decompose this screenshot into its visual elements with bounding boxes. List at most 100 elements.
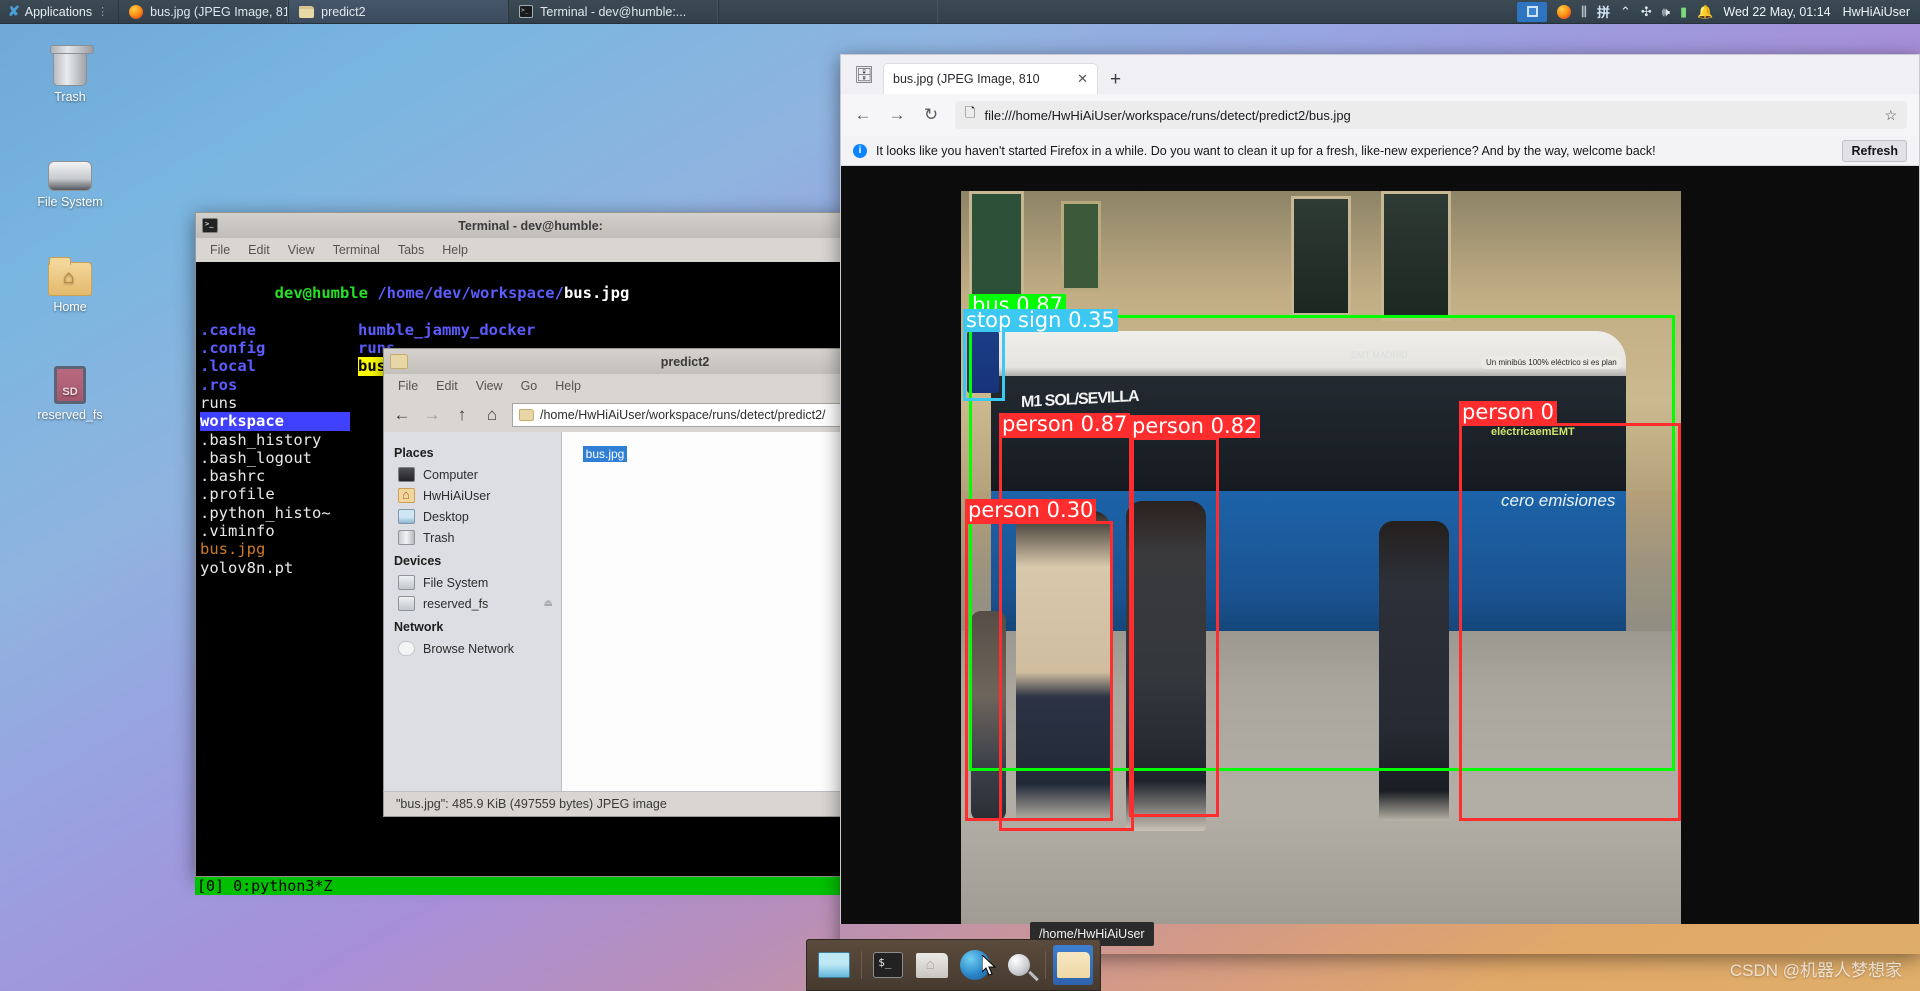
file-entry-selected[interactable]: workspace [200,412,350,431]
folder-icon [519,409,534,421]
file-entry[interactable]: .profile [200,485,275,503]
menu-edit[interactable]: Edit [436,379,458,393]
dock-panel [806,939,1101,991]
new-tab-button[interactable]: + [1102,69,1129,94]
desktop: ✘ Applications ⋮ bus.jpg (JPEG Image, 81… [0,0,1920,991]
taskbar-item-firefox[interactable]: bus.jpg (JPEG Image, 81... [118,0,289,23]
menu-edit[interactable]: Edit [248,243,270,257]
taskbar-item-empty[interactable] [718,0,939,23]
menu-help[interactable]: Help [555,379,581,393]
wifi-icon[interactable]: ⌃ [1620,4,1631,20]
workspace-switcher[interactable] [1517,1,1548,22]
ime-icon[interactable]: 拼 [1597,2,1610,21]
sidebar-item-trash[interactable]: Trash [394,527,561,548]
bell-icon[interactable]: 🔔 [1697,4,1713,20]
harddisk-icon [22,145,118,191]
reserved-fs-desktop-icon[interactable]: SD reserved_fs [22,358,118,422]
sidebar-label: reserved_fs [423,596,489,611]
close-tab-icon[interactable]: ✕ [1077,71,1088,87]
desktop-icon-label: Home [53,300,87,314]
terminal-titlebar[interactable]: Terminal - dev@humble: [195,212,850,238]
tmux-status-bar: [0] 0:python3*Z [195,877,850,895]
menu-file[interactable]: File [210,243,230,257]
file-entry[interactable]: .viminfo [200,522,275,540]
bbox-label-person-4: person 0 [1459,401,1558,424]
home-icon[interactable]: ⌂ [482,405,502,425]
menu-help[interactable]: Help [442,243,468,257]
folder-open-icon [1056,952,1090,978]
clock[interactable]: Wed 22 May, 01:14 [1723,5,1830,19]
terminal-icon [873,952,904,978]
tab-title: bus.jpg (JPEG Image, 810 [893,72,1040,86]
firefox-tray-icon[interactable] [1557,4,1572,19]
ranger-left-column[interactable]: .cache .config .local .ros runs workspac… [200,321,358,577]
menu-view[interactable]: View [476,379,503,393]
detection-image[interactable]: M1 SOL/SEVILLA EMT MADRID Un minibús 100… [961,191,1681,924]
back-icon[interactable]: ← [392,405,412,425]
sidebar-item-filesystem[interactable]: File System [394,572,561,593]
harddisk-icon [398,596,415,611]
file-entry[interactable]: .config [200,339,265,357]
file-item-bus-jpg[interactable]: bus.jpg [572,442,638,462]
menu-view[interactable]: View [288,243,315,257]
bluetooth-icon[interactable]: ✣ [1641,4,1652,20]
taskbar-item-predict2[interactable]: predict2 [288,0,509,23]
forward-icon[interactable]: → [422,405,442,425]
file-entry[interactable]: .cache [200,321,256,339]
dock-item-file-manager[interactable] [912,945,952,985]
dock-separator [1045,951,1047,979]
home-desktop-icon[interactable]: Home [22,250,118,314]
browser-tab[interactable]: bus.jpg (JPEG Image, 810 ✕ [883,63,1098,94]
notice-text: It looks like you haven't started Firefo… [876,143,1656,158]
dock-item-search[interactable] [999,945,1039,985]
up-icon[interactable]: ↑ [452,405,472,425]
desktop-icon-label: File System [37,195,103,209]
firefox-window[interactable]: 🗄 bus.jpg (JPEG Image, 810 ✕ + ← → ↻ 🗋 f… [840,54,1920,954]
file-entry[interactable]: .bashrc [200,467,265,485]
file-entry[interactable]: .python_histo~ [200,504,331,522]
dock-item-terminal[interactable] [868,945,908,985]
eject-icon[interactable]: ⏏ [544,598,553,609]
sidebar-label: Desktop [423,509,469,524]
file-entry[interactable]: .local [200,357,256,375]
file-entry[interactable]: runs [200,394,237,412]
dock-item-window-list[interactable] [814,945,854,985]
terminal-title: Terminal - dev@humble: [458,218,603,233]
file-entry[interactable]: bus.jpg [200,540,265,558]
file-entry[interactable]: yolov8n.pt [200,559,293,577]
refresh-firefox-button[interactable]: Refresh [1842,139,1907,162]
input-chart-icon[interactable]: ⫼ [1581,4,1587,20]
forward-icon[interactable]: → [887,105,907,125]
firefox-list-all-tabs-icon[interactable]: 🗄 [849,60,879,90]
reload-icon[interactable]: ↻ [921,105,941,125]
terminal-prompt-line: dev@humble /home/dev/workspace/bus.jpg [200,266,849,321]
sidebar-item-hwhiaiuser[interactable]: HwHiAiUser [394,485,561,506]
volume-icon[interactable]: 🕪 [1662,4,1670,20]
filesystem-desktop-icon[interactable]: File System [22,145,118,209]
trash-desktop-icon[interactable]: Trash [22,40,118,104]
applications-menu[interactable]: ✘ Applications ⋮ [0,0,118,23]
dock-item-folder-open[interactable] [1053,945,1093,985]
menu-file[interactable]: File [398,379,418,393]
sidebar-item-desktop[interactable]: Desktop [394,506,561,527]
firefox-content-area[interactable]: M1 SOL/SEVILLA EMT MADRID Un minibús 100… [840,166,1920,924]
top-panel: ✘ Applications ⋮ bus.jpg (JPEG Image, 81… [0,0,1920,24]
file-name-label: bus.jpg [582,446,628,462]
file-entry[interactable]: .ros [200,376,237,394]
menu-tabs[interactable]: Tabs [398,243,424,257]
battery-icon[interactable]: ▮ [1680,4,1687,20]
sidebar-item-reserved-fs[interactable]: reserved_fs ⏏ [394,593,561,614]
user-menu[interactable]: HwHiAiUser [1841,5,1910,19]
sidebar-item-browse-network[interactable]: Browse Network [394,638,561,659]
url-bar[interactable]: 🗋 file:///home/HwHiAiUser/workspace/runs… [955,101,1907,129]
sidebar-item-computer[interactable]: Computer [394,464,561,485]
taskbar-item-terminal[interactable]: Terminal - dev@humble:... [508,0,719,23]
menu-terminal[interactable]: Terminal [333,243,380,257]
back-icon[interactable]: ← [853,105,873,125]
file-entry[interactable]: humble_jammy_docker [358,321,535,339]
file-entry[interactable]: .bash_logout [200,449,312,467]
menu-go[interactable]: Go [521,379,538,393]
taskbar-label: predict2 [321,4,366,19]
bookmark-icon[interactable]: ☆ [1884,107,1897,124]
file-entry[interactable]: .bash_history [200,431,321,449]
